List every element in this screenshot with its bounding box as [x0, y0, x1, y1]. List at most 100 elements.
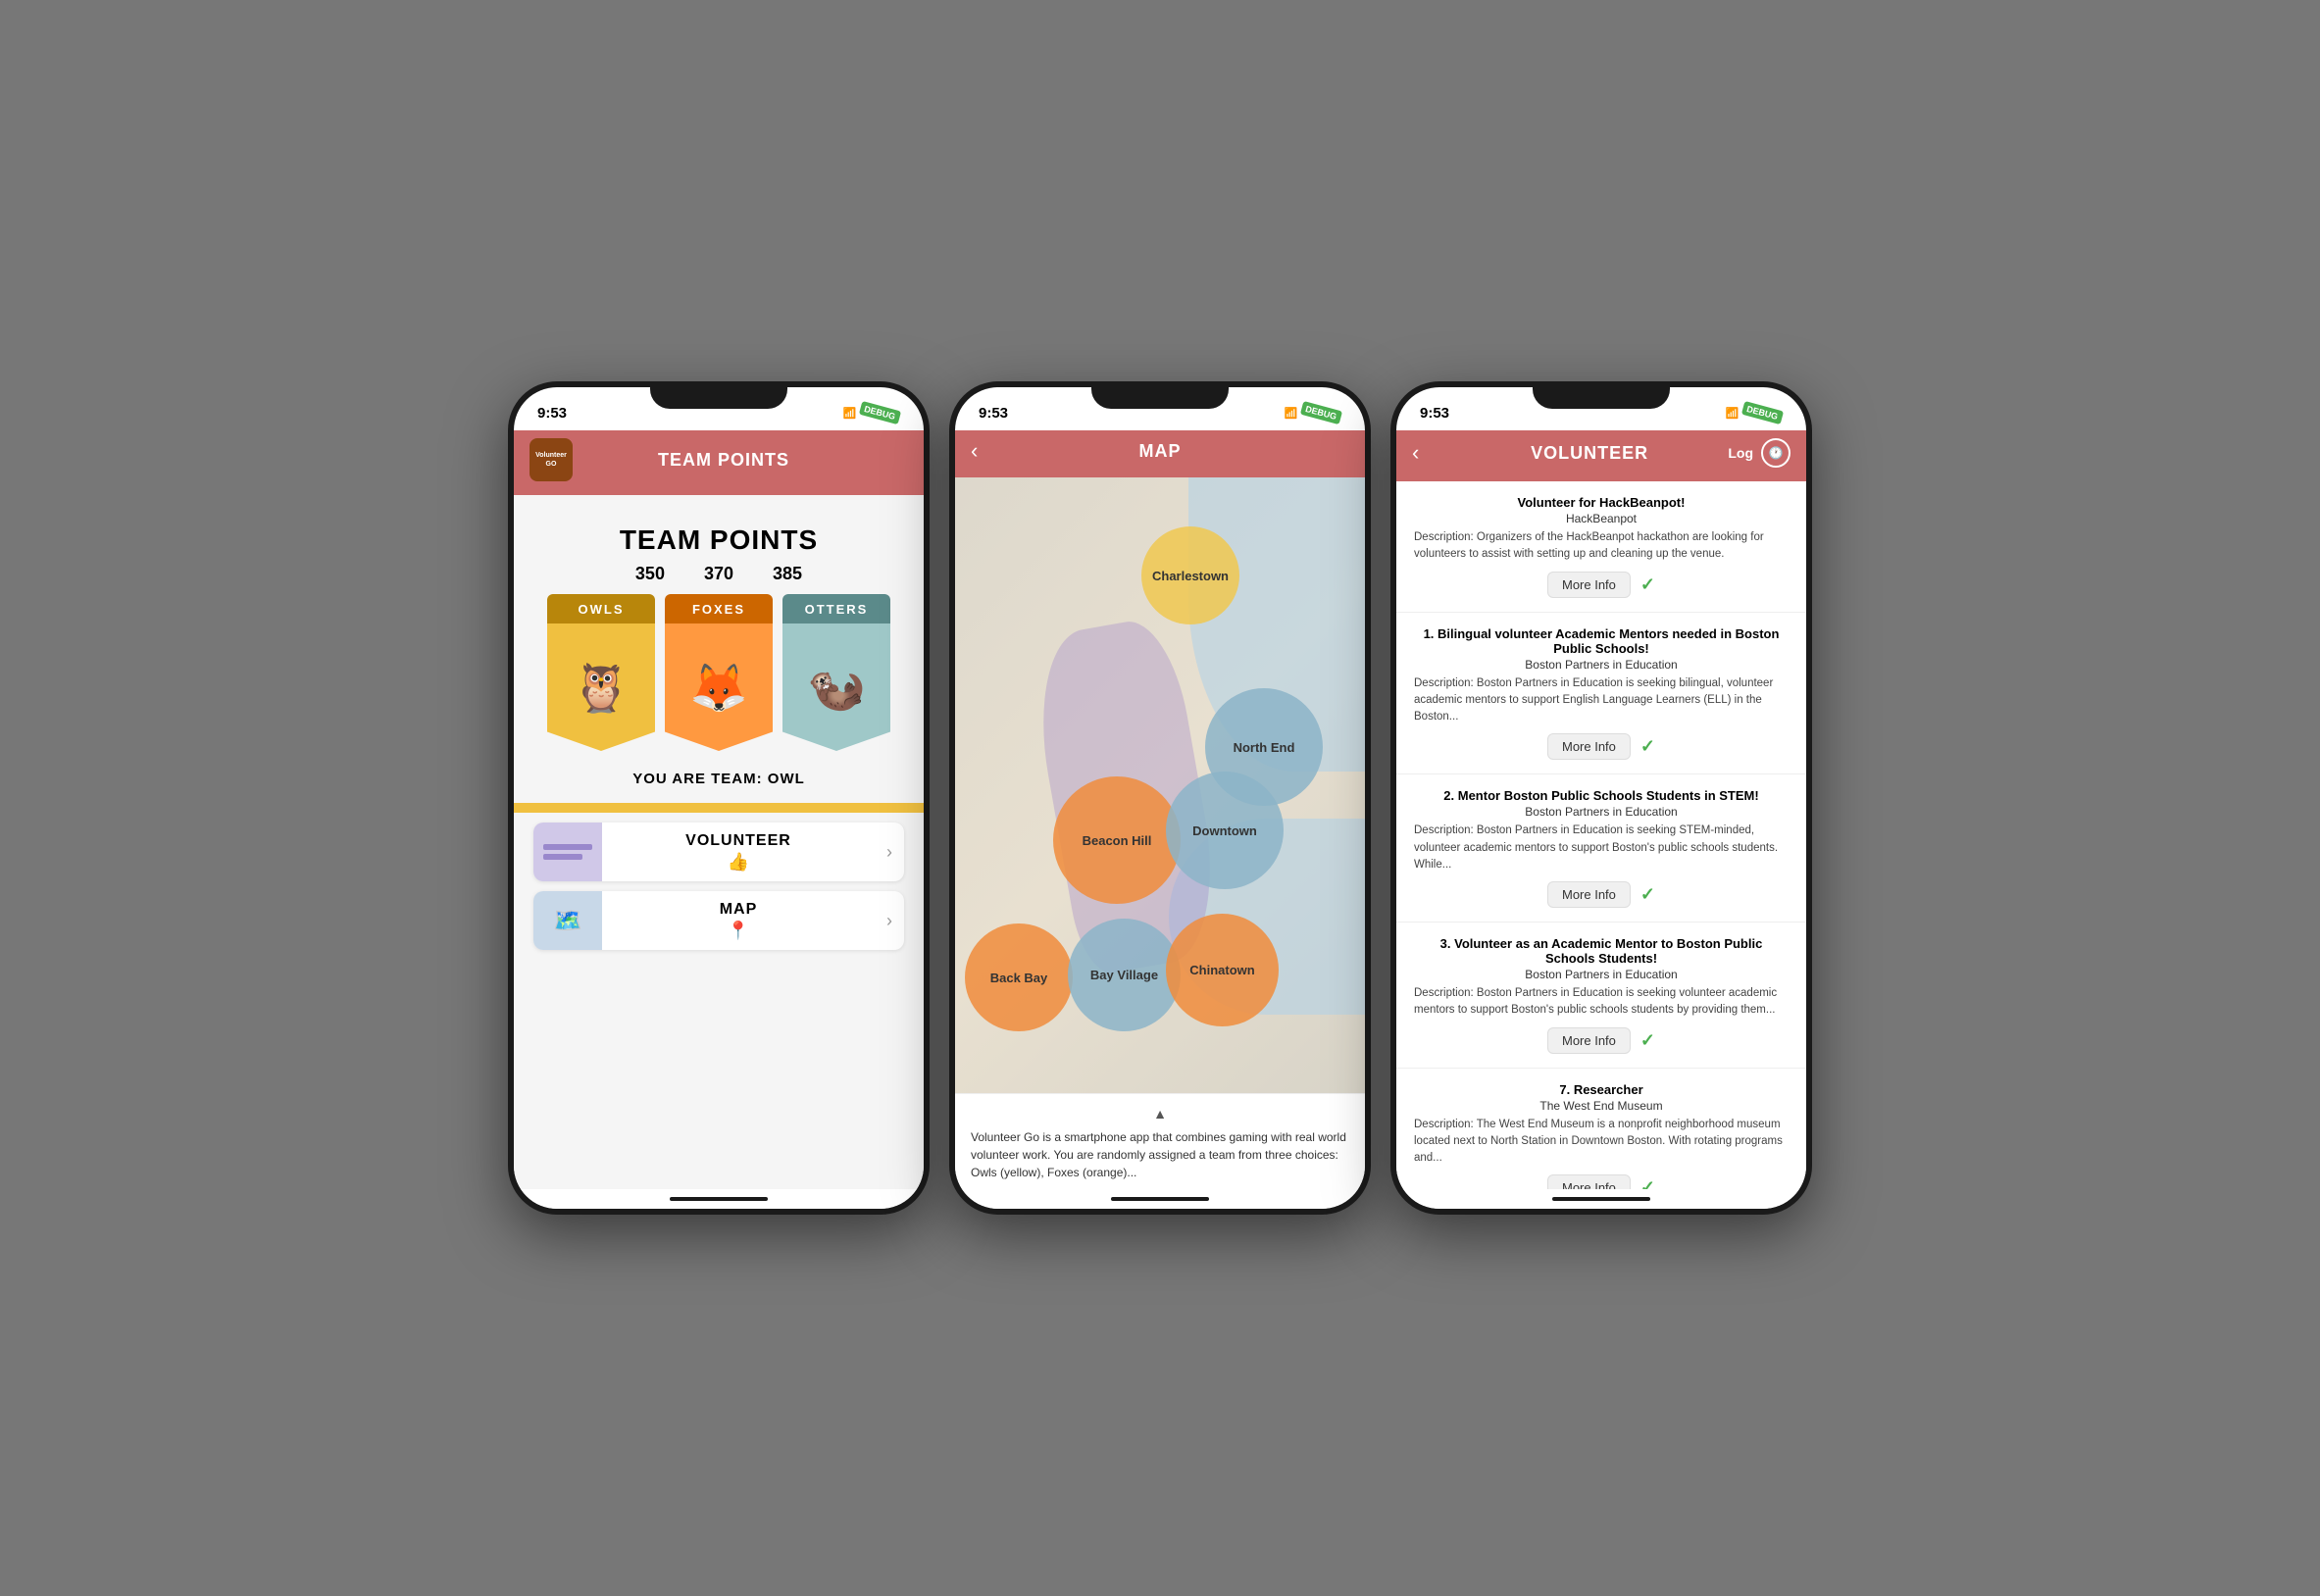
volunteer-item-stem: 2. Mentor Boston Public Schools Students…	[1396, 774, 1806, 923]
team-points-main-title: TEAM POINTS	[620, 524, 818, 556]
phone-inner-3: 9:53 📶 DEBUG ‹ VOLUNTEER Log 🕐 Volunteer…	[1396, 387, 1806, 1209]
phone1-body: TEAM POINTS 350 370 385 OWLS 🦉 FOXES 🦊	[514, 495, 924, 1189]
volunteer-list: Volunteer for HackBeanpot! HackBeanpot D…	[1396, 481, 1806, 1189]
banner-body-owls: 🦉	[547, 623, 655, 751]
wifi-icon-3: 📶	[1726, 407, 1740, 420]
volunteer-item-academic: 3. Volunteer as an Academic Mentor to Bo…	[1396, 923, 1806, 1069]
check-stem: ✓	[1640, 884, 1655, 905]
item-desc-bilingual: Description: Boston Partners in Educatio…	[1414, 675, 1789, 726]
clock-icon[interactable]: 🕐	[1761, 438, 1790, 468]
back-bay-label: Back Bay	[990, 971, 1048, 985]
item-desc-academic: Description: Boston Partners in Educatio…	[1414, 985, 1789, 1020]
banner-top-otters: OTTERS	[782, 594, 890, 623]
phone3-header: ‹ VOLUNTEER Log 🕐	[1396, 430, 1806, 481]
item-title-bilingual: 1. Bilingual volunteer Academic Mentors …	[1414, 626, 1789, 656]
item-desc-researcher: Description: The West End Museum is a no…	[1414, 1117, 1789, 1168]
map-thumb: 🗺️	[533, 891, 602, 950]
volunteer-go-logo: VolunteerGO	[530, 438, 573, 481]
item-title-researcher: 7. Researcher	[1414, 1082, 1789, 1097]
back-button-volunteer[interactable]: ‹	[1412, 440, 1451, 466]
banner-top-owls: OWLS	[547, 594, 655, 623]
item-org-academic: Boston Partners in Education	[1414, 968, 1789, 981]
team-banner-owls[interactable]: OWLS 🦉	[547, 594, 655, 751]
volunteer-nav-item[interactable]: VOLUNTEER 👍 ›	[533, 823, 904, 881]
map-footer-text: Volunteer Go is a smartphone app that co…	[971, 1128, 1349, 1181]
volunteer-nav-title: VOLUNTEER	[618, 832, 859, 850]
phone-notch-2	[1091, 381, 1229, 409]
volunteer-item-researcher: 7. Researcher The West End Museum Descri…	[1396, 1069, 1806, 1190]
map-circle-downtown[interactable]: Downtown	[1166, 772, 1284, 889]
time-3: 9:53	[1420, 405, 1449, 422]
score-otters: 385	[773, 564, 802, 584]
time-1: 9:53	[537, 405, 567, 422]
chinatown-label: Chinatown	[1189, 963, 1254, 977]
more-info-academic[interactable]: More Info	[1547, 1027, 1631, 1054]
phone1-header: VolunteerGO TEAM POINTS	[514, 430, 924, 495]
status-icons-3: 📶 DEBUG	[1726, 406, 1783, 420]
charlestown-label: Charlestown	[1152, 569, 1229, 583]
banner-top-foxes: FOXES	[665, 594, 773, 623]
volunteer-item-hackbeanpot: Volunteer for HackBeanpot! HackBeanpot D…	[1396, 481, 1806, 613]
phones-container: 9:53 📶 DEBUG VolunteerGO TEAM POINTS TEA…	[0, 0, 2320, 1596]
check-hackbeanpot: ✓	[1640, 574, 1655, 595]
map-footer: ▲ Volunteer Go is a smartphone app that …	[955, 1093, 1365, 1189]
debug-badge-1: DEBUG	[859, 401, 901, 424]
score-owls: 350	[635, 564, 665, 584]
phone-team-points: 9:53 📶 DEBUG VolunteerGO TEAM POINTS TEA…	[508, 381, 930, 1215]
team-banner-foxes[interactable]: FOXES 🦊	[665, 594, 773, 751]
item-org-bilingual: Boston Partners in Education	[1414, 658, 1789, 672]
status-icons-1: 📶 DEBUG	[843, 406, 900, 420]
phone-notch-3	[1533, 381, 1670, 409]
phone-inner-2: 9:53 📶 DEBUG ‹ MAP	[955, 387, 1365, 1209]
banner-body-otters: 🦦	[782, 623, 890, 751]
more-info-researcher[interactable]: More Info	[1547, 1174, 1631, 1189]
back-button-map[interactable]: ‹	[971, 438, 1010, 464]
item-title-hackbeanpot: Volunteer for HackBeanpot!	[1414, 495, 1789, 510]
score-foxes: 370	[704, 564, 733, 584]
more-info-hackbeanpot[interactable]: More Info	[1547, 572, 1631, 598]
banner-body-foxes: 🦊	[665, 623, 773, 751]
phone-volunteer: 9:53 📶 DEBUG ‹ VOLUNTEER Log 🕐 Volunteer…	[1390, 381, 1812, 1215]
volunteer-thumb	[533, 823, 602, 881]
map-circle-beacon-hill[interactable]: Beacon Hill	[1053, 776, 1181, 904]
downtown-label: Downtown	[1192, 823, 1257, 838]
map-area[interactable]: Charlestown North End Beacon Hill Downto…	[955, 477, 1365, 1093]
item-org-hackbeanpot: HackBeanpot	[1414, 512, 1789, 525]
debug-badge-3: DEBUG	[1741, 401, 1784, 424]
map-footer-up-arrow[interactable]: ▲	[971, 1104, 1349, 1124]
more-info-bilingual[interactable]: More Info	[1547, 733, 1631, 760]
map-circle-chinatown[interactable]: Chinatown	[1166, 914, 1279, 1026]
item-org-researcher: The West End Museum	[1414, 1099, 1789, 1113]
map-nav-title: MAP	[618, 901, 859, 919]
time-2: 9:53	[979, 405, 1008, 422]
item-footer-academic: More Info ✓	[1414, 1027, 1789, 1054]
map-circle-bay-village[interactable]: Bay Village	[1068, 919, 1181, 1031]
volunteer-item-bilingual: 1. Bilingual volunteer Academic Mentors …	[1396, 613, 1806, 775]
phone-inner: 9:53 📶 DEBUG VolunteerGO TEAM POINTS TEA…	[514, 387, 924, 1209]
debug-badge-2: DEBUG	[1300, 401, 1342, 424]
north-end-label: North End	[1234, 740, 1295, 755]
status-icons-2: 📶 DEBUG	[1285, 406, 1341, 420]
map-circle-back-bay[interactable]: Back Bay	[965, 923, 1073, 1031]
beacon-hill-label: Beacon Hill	[1083, 833, 1152, 848]
phone2-header: ‹ MAP	[955, 430, 1365, 477]
more-info-stem[interactable]: More Info	[1547, 881, 1631, 908]
volunteer-icon: 👍	[618, 852, 859, 873]
home-bar-2	[955, 1189, 1365, 1209]
phone-notch	[650, 381, 787, 409]
check-researcher: ✓	[1640, 1177, 1655, 1189]
team-banner-otters[interactable]: OTTERS 🦦	[782, 594, 890, 751]
map-header-title: MAP	[1010, 441, 1310, 462]
item-footer-stem: More Info ✓	[1414, 881, 1789, 908]
check-academic: ✓	[1640, 1030, 1655, 1051]
phone1-nav: VOLUNTEER 👍 › 🗺️ MAP 📍	[514, 813, 924, 960]
item-footer-hackbeanpot: More Info ✓	[1414, 572, 1789, 598]
map-circle-charlestown[interactable]: Charlestown	[1141, 526, 1239, 624]
item-title-stem: 2. Mentor Boston Public Schools Students…	[1414, 788, 1789, 803]
map-nav-item[interactable]: 🗺️ MAP 📍 ›	[533, 891, 904, 950]
volunteer-nav-arrow: ›	[875, 842, 904, 863]
item-desc-stem: Description: Boston Partners in Educatio…	[1414, 823, 1789, 873]
item-footer-bilingual: More Info ✓	[1414, 733, 1789, 760]
item-title-academic: 3. Volunteer as an Academic Mentor to Bo…	[1414, 936, 1789, 966]
log-label: Log	[1728, 445, 1753, 461]
